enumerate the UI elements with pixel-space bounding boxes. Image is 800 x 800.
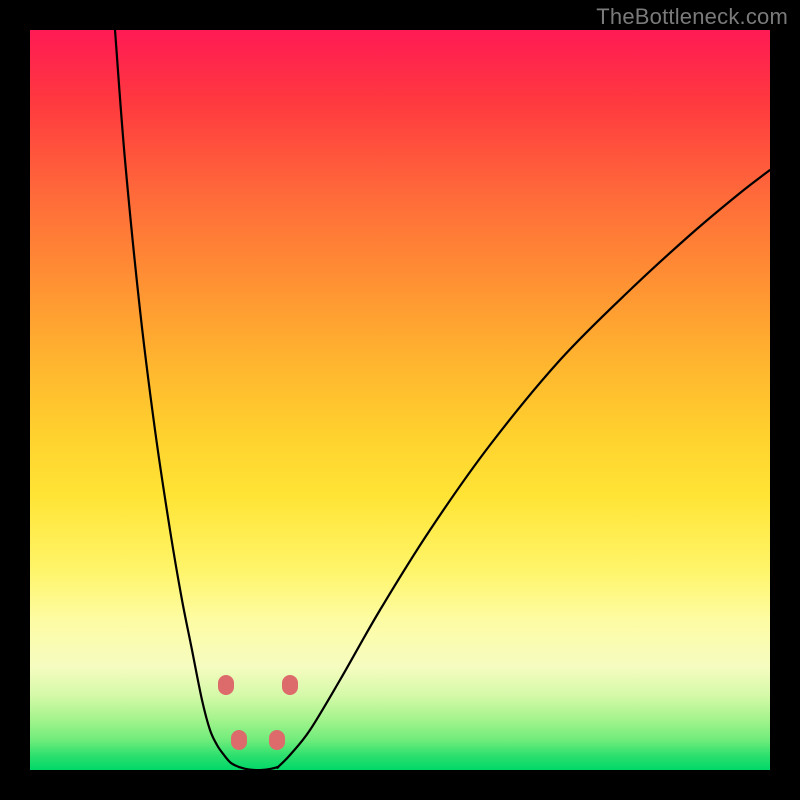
plot-area xyxy=(30,30,770,770)
watermark-text: TheBottleneck.com xyxy=(596,4,788,30)
chart-container: TheBottleneck.com xyxy=(0,0,800,800)
curve-bead xyxy=(231,730,247,750)
curve-svg xyxy=(30,30,770,770)
curve-bead xyxy=(282,675,298,695)
curve-bead xyxy=(269,730,285,750)
curve-bead xyxy=(218,675,234,695)
curve-beads xyxy=(218,675,298,750)
bottleneck-curve xyxy=(115,30,770,770)
